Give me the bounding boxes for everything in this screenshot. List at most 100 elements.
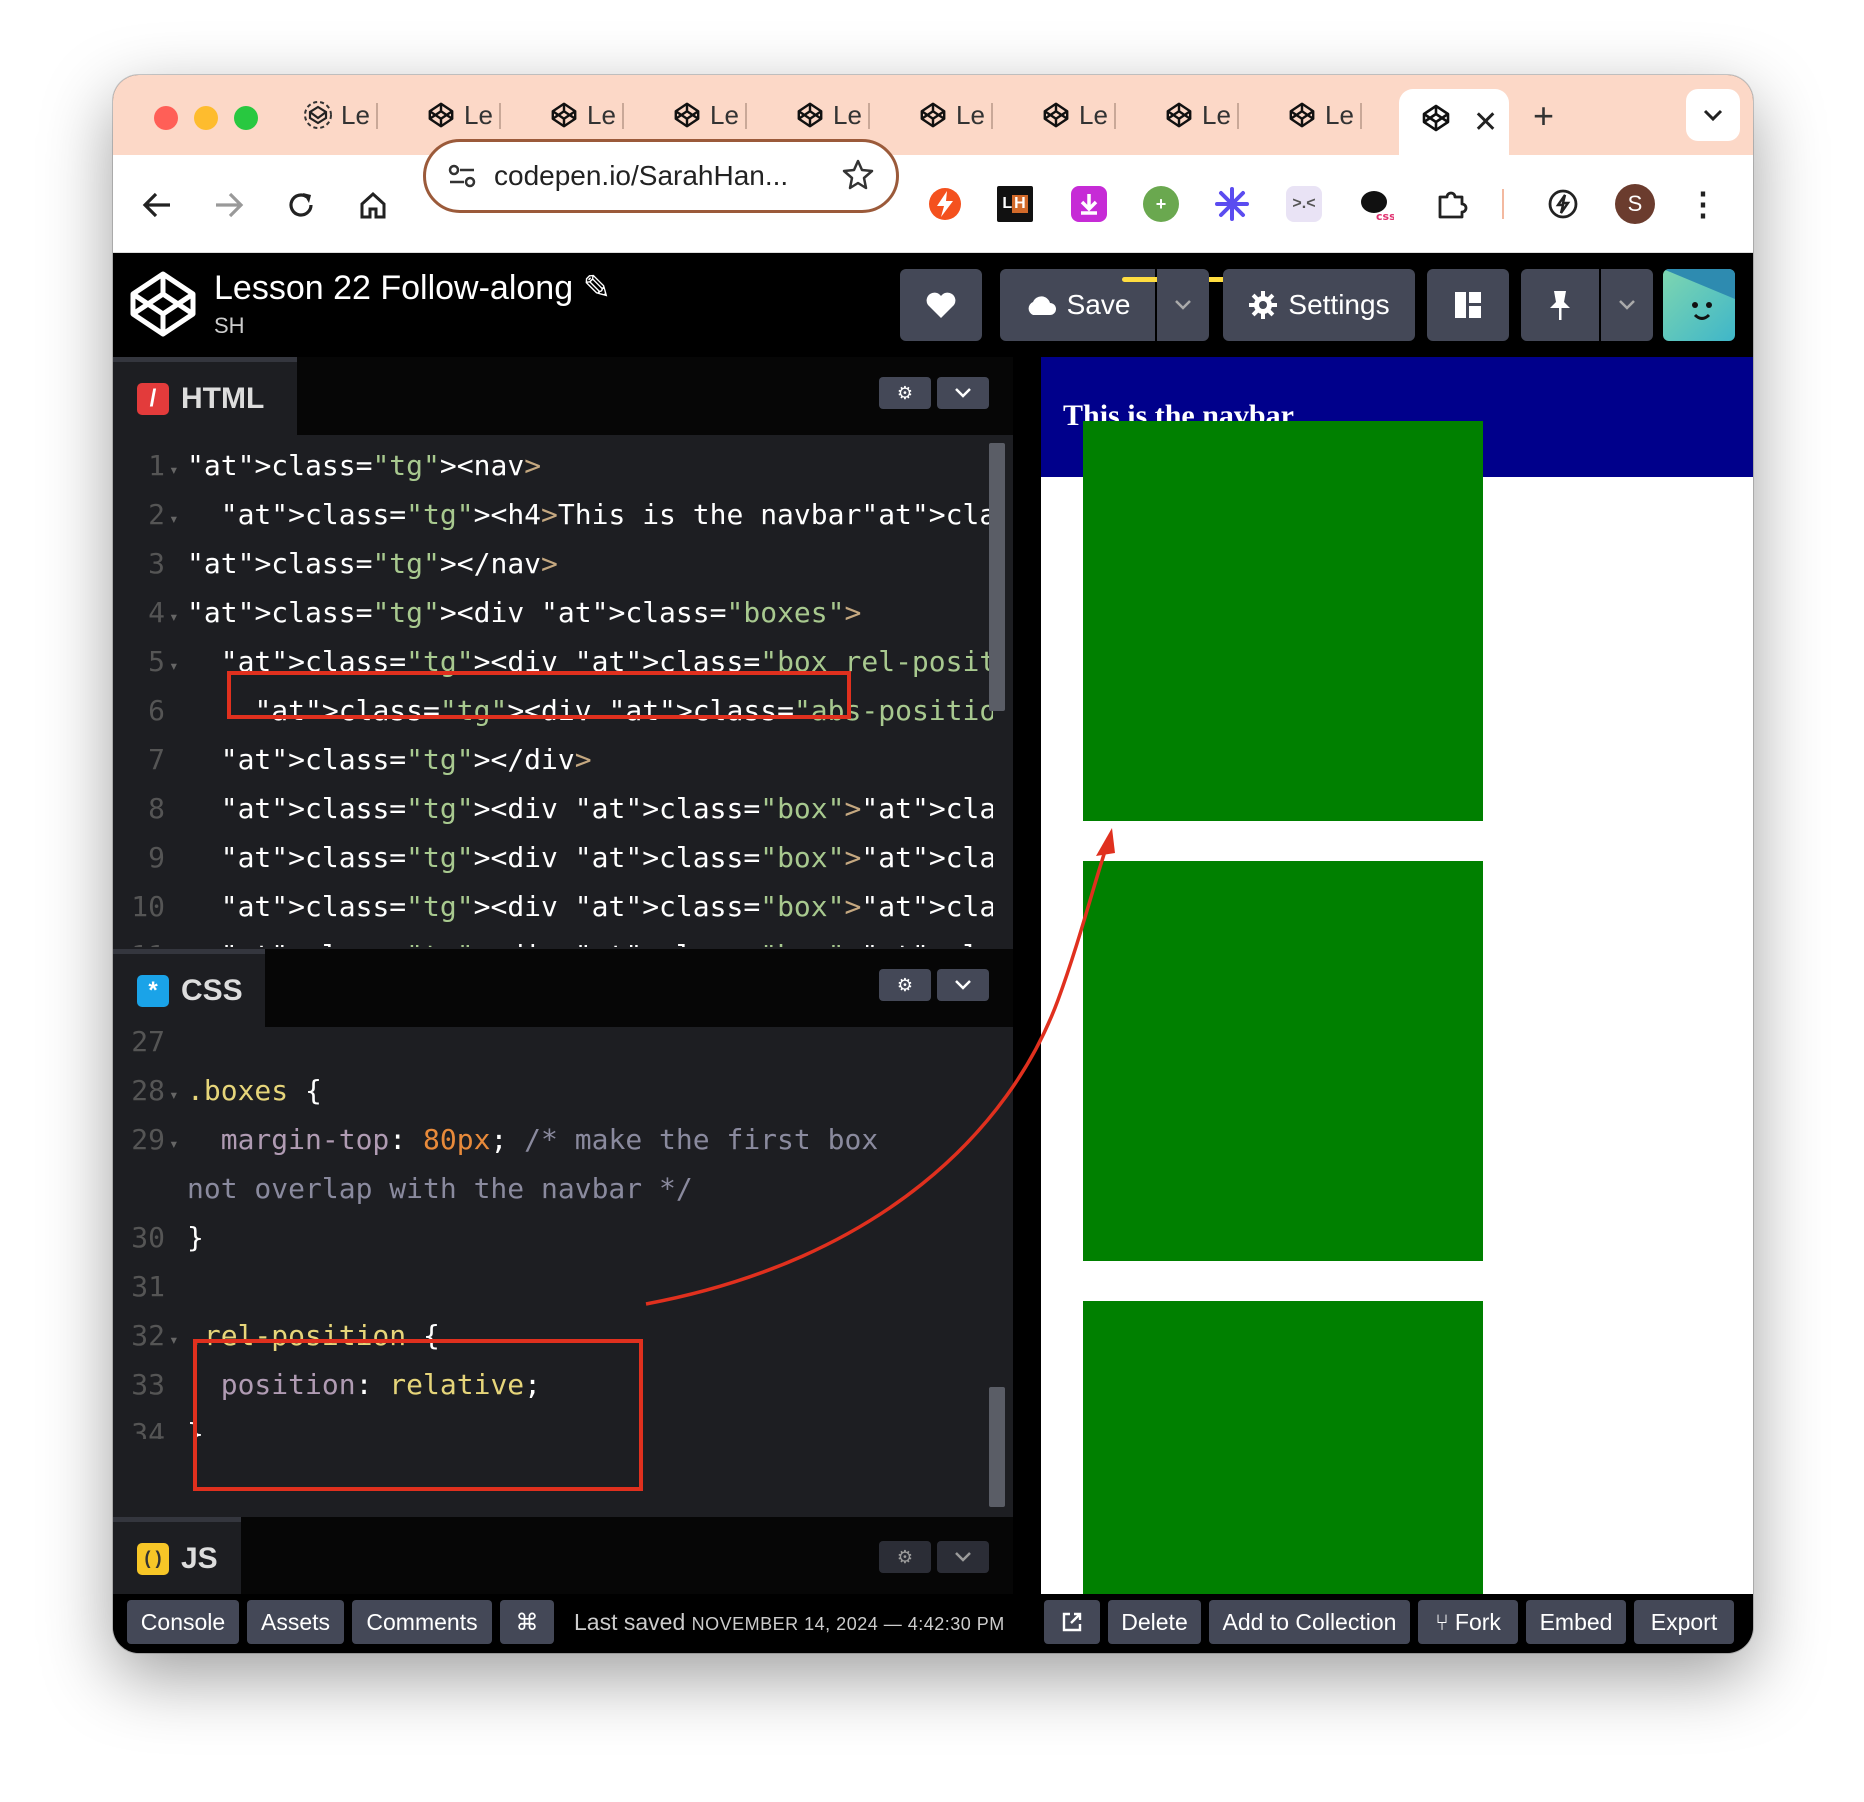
code-line[interactable]: 4 ▾ "at">class="tg"><div "at">class="boxes… [113, 590, 993, 639]
css-settings-button[interactable]: ⚙ [879, 969, 931, 1001]
browser-tab-label: Le [1325, 99, 1354, 130]
bookmark-star-icon[interactable] [842, 158, 874, 197]
browser-tab[interactable]: Le [303, 89, 378, 141]
like-button[interactable] [900, 269, 982, 341]
html-pane-tab[interactable]: / HTML [113, 357, 297, 435]
settings-button[interactable]: Settings [1223, 269, 1415, 341]
maximize-window-button[interactable] [234, 106, 258, 130]
cloud-icon [1028, 296, 1056, 315]
css-scrollbar[interactable] [989, 1387, 1005, 1507]
code-line[interactable]: 2 ▾ "at">class="tg"><h4>This is the navba… [113, 492, 993, 541]
preview-box-rel-position [1083, 421, 1483, 821]
tab-separator [621, 103, 624, 129]
code-line[interactable]: 7 "at">class="tg"></div> [113, 737, 993, 786]
js-collapse-button[interactable] [937, 1541, 989, 1573]
browser-tab[interactable]: Le [672, 89, 747, 141]
keyboard-shortcuts-button[interactable]: ⌘ [500, 1600, 554, 1644]
html-pane-label: HTML [181, 381, 265, 415]
js-settings-button[interactable]: ⚙ [879, 1541, 931, 1573]
extension-sparkle-icon[interactable] [1214, 186, 1250, 222]
browser-tab[interactable]: Le [1164, 89, 1239, 141]
code-line[interactable]: 28 ▾ .boxes { [113, 1068, 993, 1117]
html-scrollbar[interactable] [989, 443, 1005, 711]
assets-button[interactable]: Assets [247, 1600, 344, 1644]
code-line[interactable]: 1 ▾ "at">class="tg"><nav> [113, 443, 993, 492]
css-pane-tab[interactable]: * CSS [113, 949, 265, 1027]
browser-tab-label: Le [710, 99, 739, 130]
extension-bolt-icon[interactable] [927, 186, 963, 222]
browser-tab[interactable]: Le [549, 89, 624, 141]
profile-avatar[interactable]: S [1615, 184, 1655, 224]
site-settings-icon[interactable] [448, 163, 476, 189]
embed-button[interactable]: Embed [1526, 1600, 1626, 1644]
home-icon [360, 191, 386, 219]
fork-button[interactable]: ⑂ Fork [1418, 1600, 1518, 1644]
browser-tab[interactable]: Le [1041, 89, 1116, 141]
layout-button[interactable] [1427, 269, 1509, 341]
code-line[interactable]: 8 "at">class="tg"><div "at">class="box">… [113, 786, 993, 835]
code-line[interactable]: 27 [113, 1019, 993, 1068]
chevron-down-icon [1619, 300, 1635, 310]
code-line[interactable]: 11 "at">class="tg"><div "at">class="box"… [113, 933, 993, 947]
code-line[interactable]: 9 "at">class="tg"><div "at">class="box">… [113, 835, 993, 884]
new-tab-button[interactable]: + [1533, 95, 1554, 137]
user-avatar[interactable] [1663, 269, 1735, 341]
codepen-favicon-icon [795, 100, 825, 130]
browser-tab[interactable]: Le [918, 89, 993, 141]
extension-css-icon[interactable]: css [1358, 186, 1394, 222]
pen-user[interactable]: SH [214, 313, 245, 339]
pin-options-button[interactable] [1601, 269, 1653, 341]
extensions-puzzle-icon[interactable] [1434, 186, 1470, 222]
comments-button[interactable]: Comments [352, 1600, 492, 1644]
delete-button[interactable]: Delete [1108, 1600, 1201, 1644]
address-bar[interactable]: codepen.io/SarahHan... [423, 139, 899, 213]
preview-frame[interactable]: This is the navbar [1041, 357, 1753, 1594]
pen-title[interactable]: Lesson 22 Follow-along ✎ [214, 268, 611, 308]
code-line[interactable]: 30 } [113, 1215, 993, 1264]
back-button[interactable] [137, 185, 177, 225]
css-pane-label: CSS [181, 973, 243, 1007]
html-pane-header: / HTML ⚙ [113, 357, 1013, 435]
last-saved-date: NOVEMBER 14, 2024 — 4:42:30 PM [691, 1614, 1005, 1634]
console-button[interactable]: Console [127, 1600, 239, 1644]
code-line[interactable]: not overlap with the navbar */ [113, 1166, 993, 1215]
home-button[interactable] [353, 185, 393, 225]
edit-pencil-icon[interactable]: ✎ [583, 269, 612, 307]
browser-menu-icon[interactable]: ⋮ [1685, 186, 1721, 222]
js-pane-tab[interactable]: ( ) JS [113, 1517, 241, 1595]
extension-circle-bolt-icon[interactable] [1545, 186, 1581, 222]
export-button[interactable]: Export [1634, 1600, 1734, 1644]
extension-face-icon[interactable]: >.< [1286, 186, 1322, 222]
codepen-favicon-icon [1421, 103, 1451, 141]
browser-tab-label: Le [587, 99, 616, 130]
code-line[interactable]: 31 [113, 1264, 993, 1313]
codepen-logo-icon[interactable] [127, 268, 199, 340]
browser-tab-label: Le [956, 99, 985, 130]
js-pane-header: ( ) JS ⚙ [113, 1517, 1013, 1595]
browser-tab[interactable]: Le [1287, 89, 1362, 141]
tab-search-button[interactable] [1686, 89, 1740, 141]
pin-button[interactable] [1521, 269, 1599, 341]
code-line[interactable]: 3 "at">class="tg"></nav> [113, 541, 993, 590]
open-external-button[interactable] [1044, 1600, 1100, 1644]
css-collapse-button[interactable] [937, 969, 989, 1001]
minimize-window-button[interactable] [194, 106, 218, 130]
browser-tab[interactable]: Le [426, 89, 501, 141]
save-options-button[interactable] [1157, 269, 1209, 341]
extension-plus-icon[interactable]: + [1143, 186, 1179, 222]
close-tab-icon[interactable]: ✕ [1473, 105, 1498, 140]
forward-button[interactable] [209, 185, 249, 225]
close-window-button[interactable] [154, 106, 178, 130]
tab-active[interactable]: ✕ [1399, 89, 1509, 155]
browser-tab[interactable]: Le [795, 89, 870, 141]
html-collapse-button[interactable] [937, 377, 989, 409]
extension-download-icon[interactable] [1071, 186, 1107, 222]
reload-button[interactable] [281, 185, 321, 225]
fork-icon: ⑂ [1435, 1608, 1449, 1635]
add-to-collection-button[interactable]: Add to Collection [1209, 1600, 1410, 1644]
code-line[interactable]: 29 ▾ margin-top: 80px; /* make the first … [113, 1117, 993, 1166]
html-settings-button[interactable]: ⚙ [879, 377, 931, 409]
pane-divider[interactable] [1013, 357, 1041, 1594]
code-line[interactable]: 10 "at">class="tg"><div "at">class="box"… [113, 884, 993, 933]
extension-lighthouse-icon[interactable]: LH [997, 186, 1033, 222]
